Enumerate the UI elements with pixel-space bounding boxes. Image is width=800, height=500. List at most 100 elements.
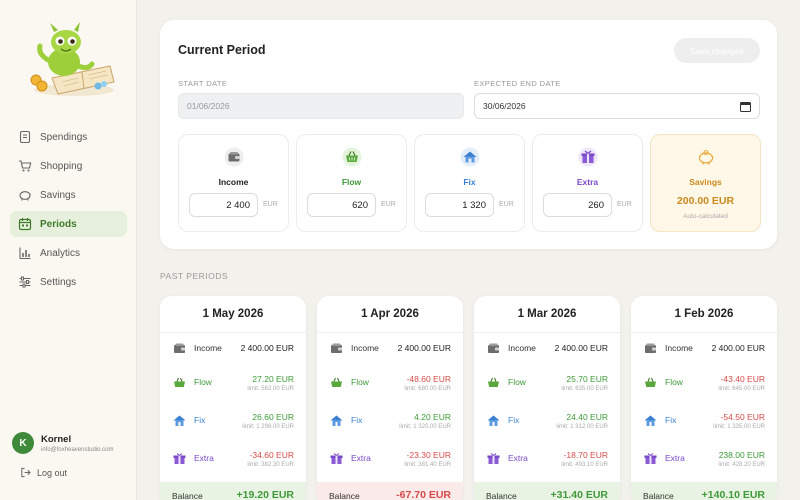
fix-input[interactable] (425, 193, 494, 217)
start-date-label: START DATE (178, 79, 228, 88)
income-label: Income (508, 343, 536, 353)
gift-icon (644, 453, 657, 464)
extra-row: Extra -34.60 EUR limit: 382.30 EUR (160, 450, 306, 482)
fix-value: 24.40 EUR (566, 412, 608, 422)
fix-label: Fix (508, 415, 520, 425)
period-date: 1 Apr 2026 (361, 308, 419, 320)
balance-label: Balance (172, 491, 203, 500)
balance-label: Balance (486, 491, 517, 500)
divider (631, 332, 777, 333)
end-date-value: 30/06/2026 (483, 101, 526, 111)
period-date: 1 Mar 2026 (517, 308, 577, 320)
fix-label: Fix (351, 415, 363, 425)
fix-limit: limit: 1 312.00 EUR (556, 424, 608, 430)
extra-tile: Extra EUR (532, 134, 643, 232)
divider (474, 332, 620, 333)
savings-label: Savings (689, 177, 722, 187)
basket-icon (331, 377, 342, 387)
wallet-icon (331, 343, 342, 353)
income-label: Income (665, 343, 693, 353)
bar-chart-icon (19, 247, 31, 260)
basket-icon (488, 377, 499, 387)
fix-limit: limit: 1 298.00 EUR (242, 424, 294, 430)
basket-icon (645, 377, 656, 387)
gift-icon (487, 453, 500, 464)
flow-label: Flow (194, 377, 212, 387)
past-period-card[interactable]: 1 Feb 2026 Income 2 400.00 EUR Flow -43.… (631, 296, 777, 500)
savings-tile: Savings 200.00 EUR Auto-calculated (650, 134, 761, 232)
save-changes-button[interactable]: Save changes (674, 38, 760, 63)
wallet-icon (645, 343, 656, 353)
fix-row: Fix -54.50 EUR limit: 1 335.00 EUR (631, 412, 777, 444)
flow-value: 27.20 EUR (252, 374, 294, 384)
period-date: 1 May 2026 (202, 308, 264, 320)
flow-limit: limit: 635.00 EUR (561, 386, 608, 392)
sidebar-item-shopping[interactable]: Shopping (10, 153, 127, 179)
past-period-card[interactable]: 1 Apr 2026 Income 2 400.00 EUR Flow -48.… (317, 296, 463, 500)
house-icon (173, 415, 186, 426)
calendar-icon[interactable] (740, 101, 751, 112)
basket-icon (342, 147, 362, 167)
sidebar-item-label: Analytics (40, 247, 81, 259)
extra-row: Extra 238.00 EUR limit: 428.20 EUR (631, 450, 777, 482)
fix-value: -54.50 EUR (720, 412, 765, 422)
end-date-field[interactable]: 30/06/2026 (474, 93, 760, 119)
income-value: 2 400.00 EUR (397, 343, 451, 353)
flow-value: -48.60 EUR (406, 374, 451, 384)
savings-note: Auto-calculated (683, 213, 728, 220)
sidebar: Spendings Shopping Savings Periods Analy… (0, 0, 137, 500)
fix-limit: limit: 1 335.00 EUR (713, 424, 765, 430)
extra-input[interactable] (543, 193, 612, 217)
gift-icon (578, 147, 598, 167)
past-periods-heading: PAST PERIODS (160, 271, 229, 281)
balance-row: Balance +140.10 EUR (631, 482, 777, 500)
piggy-bank-icon (19, 191, 31, 201)
sidebar-item-savings[interactable]: Savings (10, 182, 127, 208)
flow-input[interactable] (307, 193, 376, 217)
house-icon (487, 415, 500, 426)
currency-unit: EUR (381, 201, 396, 208)
income-row: Income 2 400.00 EUR (631, 342, 777, 372)
receipt-icon (19, 130, 31, 144)
fix-value: 26.60 EUR (252, 412, 294, 422)
fix-tile: Fix EUR (414, 134, 525, 232)
balance-row: Balance +31.40 EUR (474, 482, 620, 500)
flow-tile: Flow EUR (296, 134, 407, 232)
flow-label: Flow (665, 377, 683, 387)
house-icon (330, 415, 343, 426)
past-period-card[interactable]: 1 May 2026 Income 2 400.00 EUR Flow 27.2… (160, 296, 306, 500)
logout-button[interactable]: Log out (20, 467, 67, 478)
extra-value: -23.30 EUR (406, 450, 451, 460)
extra-limit: limit: 493.10 EUR (561, 462, 608, 468)
flow-row: Flow 27.20 EUR limit: 562.00 EUR (160, 374, 306, 406)
sidebar-item-analytics[interactable]: Analytics (10, 240, 127, 266)
user-profile[interactable]: K Kornel info@foxheavenstudio.com (12, 432, 113, 454)
currency-unit: EUR (499, 201, 514, 208)
income-input[interactable] (189, 193, 258, 217)
savings-amount: 200.00 EUR (676, 195, 735, 207)
balance-row: Balance -67.70 EUR (317, 482, 463, 500)
extra-value: -18.70 EUR (563, 450, 608, 460)
sidebar-item-periods[interactable]: Periods (10, 211, 127, 237)
income-value: 2 400.00 EUR (711, 343, 765, 353)
extra-row: Extra -18.70 EUR limit: 493.10 EUR (474, 450, 620, 482)
flow-label: Flow (341, 177, 362, 187)
income-label: Income (351, 343, 379, 353)
balance-value: -67.70 EUR (396, 489, 451, 500)
balance-value: +140.10 EUR (701, 489, 765, 500)
period-date: 1 Feb 2026 (674, 308, 734, 320)
sidebar-item-spendings[interactable]: Spendings (10, 124, 127, 150)
house-icon (644, 415, 657, 426)
piggy-bank-icon (698, 149, 714, 165)
house-icon (460, 147, 480, 167)
current-period-title: Current Period (178, 43, 266, 57)
wallet-icon (174, 343, 185, 353)
extra-label: Extra (351, 453, 371, 463)
income-tile: Income EUR (178, 134, 289, 232)
flow-value: -43.40 EUR (720, 374, 765, 384)
flow-row: Flow 25.70 EUR limit: 635.00 EUR (474, 374, 620, 406)
past-period-card[interactable]: 1 Mar 2026 Income 2 400.00 EUR Flow 25.7… (474, 296, 620, 500)
flow-limit: limit: 680.00 EUR (404, 386, 451, 392)
extra-row: Extra -23.30 EUR limit: 381.40 EUR (317, 450, 463, 482)
sidebar-item-settings[interactable]: Settings (10, 269, 127, 295)
